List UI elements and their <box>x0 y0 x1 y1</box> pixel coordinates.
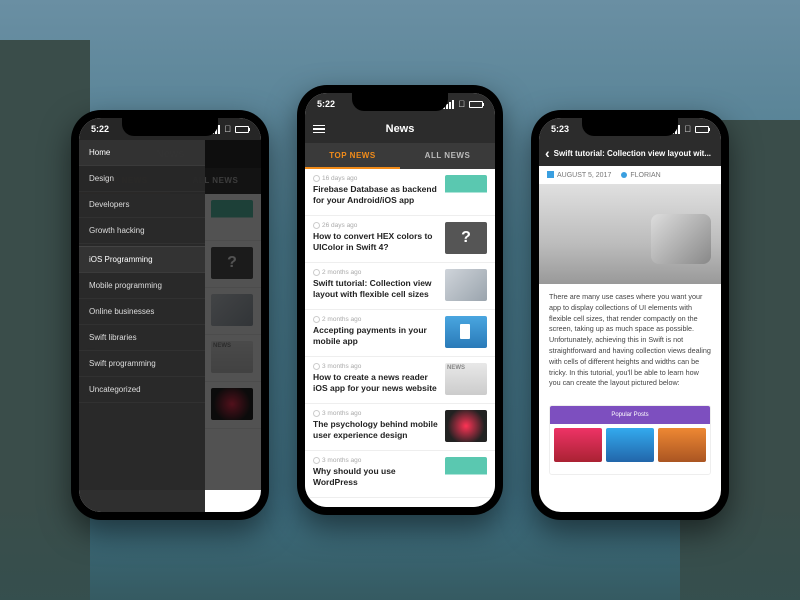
item-title: How to create a news reader iOS app for … <box>313 372 439 393</box>
item-title: Firebase Database as backend for your An… <box>313 184 439 205</box>
drawer-item-online[interactable]: Online businesses <box>79 299 205 325</box>
item-thumbnail <box>445 222 487 254</box>
screen-drawer: 5:22 􀙇 News TOP NEWSALL NEWS — — — — — <box>79 118 261 512</box>
article-app-bar: ‹ Swift tutorial: Collection view layout… <box>539 140 721 166</box>
notch <box>122 118 218 136</box>
item-title: Accepting payments in your mobile app <box>313 325 439 346</box>
article-meta: AUGUST 5, 2017 FLORIAN <box>539 166 721 184</box>
item-thumbnail <box>445 363 487 395</box>
item-title: How to convert HEX colors to UIColor in … <box>313 231 439 252</box>
item-time: 3 months ago <box>313 457 439 464</box>
drawer-item-uncat[interactable]: Uncategorized <box>79 377 205 403</box>
item-thumbnail <box>445 410 487 442</box>
item-time: 16 days ago <box>313 175 439 182</box>
item-title: Swift tutorial: Collection view layout w… <box>313 278 439 299</box>
wifi-icon: 􀙇 <box>458 99 465 109</box>
app-title: News <box>386 123 415 135</box>
tab-all-news[interactable]: ALL NEWS <box>400 143 495 169</box>
list-item[interactable]: 2 months ago Swift tutorial: Collection v… <box>305 263 495 310</box>
drawer-item-growth[interactable]: Growth hacking <box>79 218 205 244</box>
notch <box>582 118 678 136</box>
item-thumbnail <box>445 316 487 348</box>
drawer-item-developers[interactable]: Developers <box>79 192 205 218</box>
status-time: 5:23 <box>551 124 569 134</box>
drawer-item-mobile[interactable]: Mobile programming <box>79 273 205 299</box>
battery-icon <box>235 126 249 133</box>
article-inline-screenshot: Popular Posts <box>549 405 711 475</box>
tab-bar: TOP NEWS ALL NEWS <box>305 143 495 169</box>
battery-icon <box>695 126 709 133</box>
drawer-item-ios[interactable]: iOS Programming <box>79 247 205 273</box>
screen-article: 5:23 􀙇 ‹ Swift tutorial: Collection view… <box>539 118 721 512</box>
item-title: Why should you use WordPress <box>313 466 439 487</box>
drawer-item-home[interactable]: Home <box>79 140 205 166</box>
item-title: The psychology behind mobile user experi… <box>313 419 439 440</box>
phone-drawer: 5:22 􀙇 News TOP NEWSALL NEWS — — — — — <box>71 110 269 520</box>
wifi-icon: 􀙇 <box>224 124 231 134</box>
navigation-drawer[interactable]: Home Design Developers Growth hacking iO… <box>79 140 205 512</box>
app-bar: News <box>305 115 495 143</box>
item-time: 2 months ago <box>313 269 439 276</box>
list-item[interactable]: 16 days ago Firebase Database as backend … <box>305 169 495 216</box>
article-header-title: Swift tutorial: Collection view layout w… <box>554 149 711 158</box>
tab-top-news[interactable]: TOP NEWS <box>305 143 400 169</box>
drawer-item-swiftprg[interactable]: Swift programming <box>79 351 205 377</box>
article-list[interactable]: 16 days ago Firebase Database as backend … <box>305 169 495 507</box>
screen-newslist: 5:22 􀙇 News TOP NEWS ALL NEWS 16 days ag… <box>305 93 495 507</box>
list-item[interactable]: 3 months ago How to create a news reader … <box>305 357 495 404</box>
drawer-item-design[interactable]: Design <box>79 166 205 192</box>
drawer-item-swiftlib[interactable]: Swift libraries <box>79 325 205 351</box>
item-time: 3 months ago <box>313 363 439 370</box>
notch <box>352 93 448 111</box>
list-item[interactable]: 3 months ago Why should you use WordPress <box>305 451 495 498</box>
article-author: FLORIAN <box>621 172 660 179</box>
status-time: 5:22 <box>91 124 109 134</box>
phone-article: 5:23 􀙇 ‹ Swift tutorial: Collection view… <box>531 110 729 520</box>
inline-screenshot-header: Popular Posts <box>550 406 710 424</box>
wifi-icon: 􀙇 <box>684 124 691 134</box>
item-thumbnail <box>445 457 487 489</box>
phone-showcase: 5:22 􀙇 News TOP NEWSALL NEWS — — — — — <box>0 0 800 600</box>
list-item[interactable]: 2 months ago Accepting payments in your m… <box>305 310 495 357</box>
article-hero-image <box>539 184 721 284</box>
article-date: AUGUST 5, 2017 <box>547 171 611 179</box>
back-icon[interactable]: ‹ <box>545 146 550 160</box>
list-item[interactable]: 26 days ago How to convert HEX colors to … <box>305 216 495 263</box>
article-body: There are many use cases where you want … <box>539 284 721 397</box>
list-item[interactable]: 3 months ago The psychology behind mobile… <box>305 404 495 451</box>
item-thumbnail <box>445 269 487 301</box>
status-time: 5:22 <box>317 99 335 109</box>
phone-newslist: 5:22 􀙇 News TOP NEWS ALL NEWS 16 days ag… <box>297 85 503 515</box>
battery-icon <box>469 101 483 108</box>
item-time: 2 months ago <box>313 316 439 323</box>
item-time: 26 days ago <box>313 222 439 229</box>
item-time: 3 months ago <box>313 410 439 417</box>
menu-icon[interactable] <box>313 125 325 134</box>
item-thumbnail <box>445 175 487 207</box>
